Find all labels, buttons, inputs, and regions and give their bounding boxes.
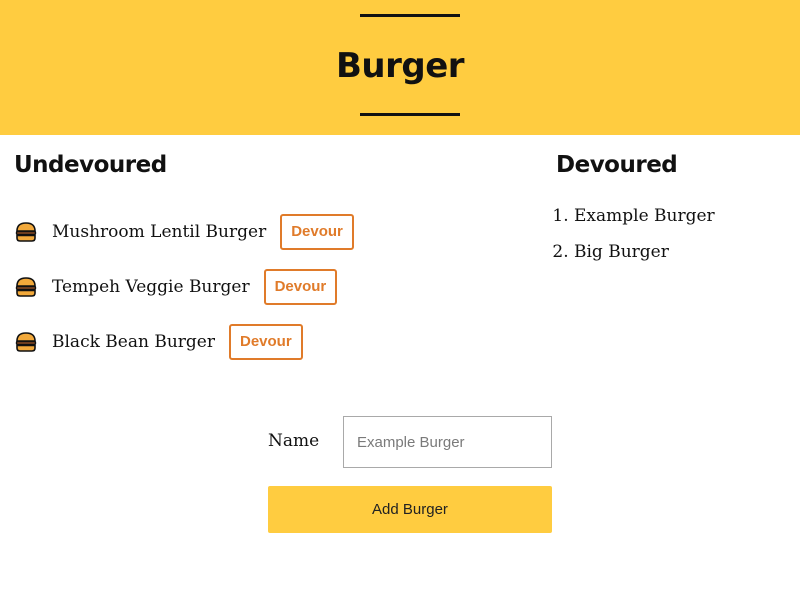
devoured-item: Big Burger xyxy=(574,236,715,272)
list-item: Tempeh Veggie Burger Devour xyxy=(14,259,354,314)
burger-icon xyxy=(14,220,38,244)
undevoured-list: Mushroom Lentil Burger Devour Tempeh Veg… xyxy=(14,204,354,369)
name-label: Name xyxy=(268,431,320,451)
burger-name-input[interactable] xyxy=(343,416,552,468)
header-top-rule xyxy=(360,14,460,17)
burger-name: Tempeh Veggie Burger xyxy=(52,276,250,297)
devour-button[interactable]: Devour xyxy=(280,213,354,250)
page-title: Burger xyxy=(335,46,465,86)
burger-icon xyxy=(14,275,38,299)
add-burger-button[interactable]: Add Burger xyxy=(268,486,552,533)
devoured-list: Example Burger Big Burger xyxy=(556,200,715,272)
devoured-item: Example Burger xyxy=(574,200,715,236)
devour-button[interactable]: Devour xyxy=(263,268,338,305)
list-item: Black Bean Burger Devour xyxy=(14,314,354,369)
page-header: Burger xyxy=(0,0,800,135)
list-item: Mushroom Lentil Burger Devour xyxy=(14,204,354,259)
undevoured-heading: Undevoured xyxy=(14,152,167,178)
burger-name: Mushroom Lentil Burger xyxy=(52,221,267,242)
devoured-heading: Devoured xyxy=(556,152,678,178)
burger-name: Black Bean Burger xyxy=(52,331,215,352)
header-bottom-rule xyxy=(360,113,460,116)
burger-icon xyxy=(14,330,38,354)
devour-button[interactable]: Devour xyxy=(228,323,303,360)
